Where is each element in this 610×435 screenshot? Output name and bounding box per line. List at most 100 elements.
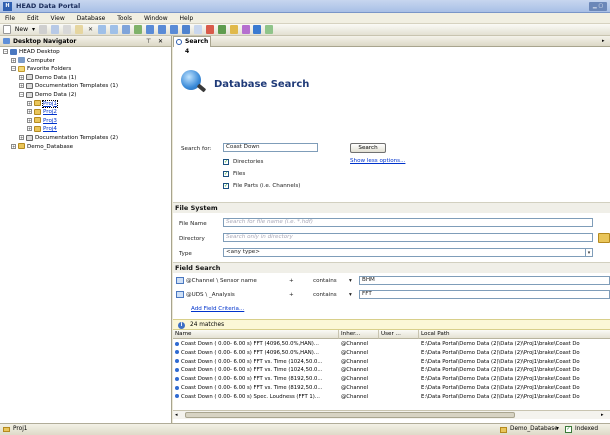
pin-icon[interactable]: ⊤: [146, 37, 151, 46]
tree-item[interactable]: + Documentation Templates (2): [19, 134, 118, 142]
window-controls[interactable]: ▁ ▢: [589, 2, 607, 11]
collapse-icon[interactable]: −: [19, 92, 24, 97]
import-icon[interactable]: [265, 25, 274, 34]
redo-icon[interactable]: [110, 25, 119, 34]
delete-icon[interactable]: ✕: [87, 25, 95, 34]
file-name-input[interactable]: Search for file name (i.e. *.hdf): [223, 218, 593, 227]
expand-icon[interactable]: +: [27, 109, 32, 115]
column-header-inherited[interactable]: Inher...: [339, 330, 379, 339]
tree-item[interactable]: − HEAD Desktop: [3, 48, 60, 56]
cut-icon[interactable]: [50, 25, 59, 34]
status-folder-icon: [3, 427, 10, 432]
expand-icon[interactable]: +: [11, 57, 16, 63]
chart2-icon[interactable]: [158, 25, 167, 34]
field-row-1-operator[interactable]: contains: [313, 278, 337, 284]
tree-item[interactable]: + Documentation Templates (1): [19, 82, 118, 90]
tree-item[interactable]: + Demo_Database: [11, 143, 73, 151]
tree-item[interactable]: + Proj3: [27, 117, 57, 125]
table-row[interactable]: Coast Down ( 0.00- 6.00 s) Spec. Loudnes…: [173, 393, 610, 401]
tree-item[interactable]: + Proj1: [27, 99, 58, 108]
expand-icon[interactable]: +: [27, 100, 32, 106]
close-pane-icon[interactable]: ✕: [158, 37, 163, 46]
expand-icon[interactable]: +: [27, 126, 32, 132]
tree-icon[interactable]: [217, 25, 226, 34]
scroll-thumb[interactable]: [185, 412, 515, 418]
play-icon[interactable]: [134, 25, 143, 34]
tab-search-4[interactable]: Search 4: [173, 36, 211, 55]
undo-icon[interactable]: [98, 25, 107, 34]
menu-help[interactable]: Help: [175, 13, 199, 22]
directories-checkbox[interactable]: ✓: [223, 159, 229, 165]
menu-window[interactable]: Window: [139, 13, 173, 22]
field-row-2-field[interactable]: @UDS \ _Analysis: [186, 292, 235, 298]
expand-icon[interactable]: +: [19, 74, 24, 80]
directory-input[interactable]: Search only in directory: [223, 233, 593, 242]
export-icon[interactable]: [253, 25, 262, 34]
copy-icon[interactable]: [62, 25, 71, 34]
window-icon[interactable]: [122, 25, 131, 34]
chart-icon[interactable]: [146, 25, 155, 34]
tree-item[interactable]: + Proj2: [27, 108, 57, 116]
tree-item[interactable]: − Favorite Folders: [11, 65, 71, 73]
field-row-1-plus[interactable]: +: [289, 278, 294, 284]
file-parts-checkbox[interactable]: ✓: [223, 183, 229, 189]
cell-name-text: Coast Down ( 0.00- 6.00 s) FFT vs. Time …: [181, 358, 323, 365]
field-row-2-plus[interactable]: +: [289, 292, 294, 298]
new-button[interactable]: New: [15, 25, 28, 34]
results-horizontal-scrollbar[interactable]: ◂ ▸: [173, 410, 610, 419]
status-database-label[interactable]: Demo_Database: [510, 426, 558, 432]
search-input[interactable]: Coast Down: [223, 143, 318, 152]
folder-tool-icon[interactable]: [229, 25, 238, 34]
new-dropdown-icon[interactable]: ▾: [32, 25, 35, 34]
scroll-left-icon[interactable]: ◂: [175, 412, 178, 418]
tool-icon[interactable]: [205, 25, 214, 34]
expand-icon[interactable]: +: [19, 135, 24, 140]
table-row[interactable]: Coast Down ( 0.00- 6.00 s) FFT (4096,50.…: [173, 340, 610, 348]
menu-view[interactable]: View: [46, 13, 70, 22]
print-icon[interactable]: [38, 25, 47, 34]
column-header-name[interactable]: Name: [173, 330, 339, 339]
table-row[interactable]: Coast Down ( 0.00- 6.00 s) FFT vs. Time …: [173, 375, 610, 383]
expand-icon[interactable]: +: [27, 117, 32, 123]
chart3-icon[interactable]: [170, 25, 179, 34]
tree-item[interactable]: + Proj4: [27, 125, 57, 133]
table-row[interactable]: Coast Down ( 0.00- 6.00 s) FFT vs. Time …: [173, 384, 610, 392]
type-dropdown-icon[interactable]: ▾: [585, 248, 593, 257]
menu-file[interactable]: File: [0, 13, 20, 22]
field-row-1-value[interactable]: BHM: [359, 276, 610, 285]
analysis-icon[interactable]: [181, 25, 190, 34]
menu-tools[interactable]: Tools: [112, 13, 137, 22]
browse-folder-icon[interactable]: [598, 233, 610, 243]
tree-item[interactable]: − Demo Data (2): [19, 91, 76, 99]
field-row-1-field[interactable]: @Channel \ Sensor name: [186, 278, 257, 284]
menu-database[interactable]: Database: [72, 13, 111, 22]
field-row-2-operator[interactable]: contains: [313, 292, 337, 298]
expand-icon[interactable]: +: [19, 83, 24, 89]
tab-scroll-icon[interactable]: ▸: [602, 38, 605, 44]
column-header-local-path[interactable]: Local Path: [419, 330, 610, 339]
field-row-2-value[interactable]: FFT: [359, 290, 610, 299]
search-button[interactable]: Search: [350, 143, 386, 153]
new-doc-icon[interactable]: [3, 25, 11, 34]
column-header-user[interactable]: User ...: [379, 330, 419, 339]
files-checkbox[interactable]: ✓: [223, 171, 229, 177]
collapse-icon[interactable]: −: [11, 66, 16, 72]
menu-edit[interactable]: Edit: [22, 13, 44, 22]
table-row[interactable]: Coast Down ( 0.00- 6.00 s) FFT vs. Time …: [173, 358, 610, 366]
status-database-dropdown[interactable]: ▾: [556, 426, 559, 432]
type-select[interactable]: <any type>: [223, 248, 593, 257]
table-row[interactable]: Coast Down ( 0.00- 6.00 s) FFT vs. Time …: [173, 366, 610, 374]
tree-item[interactable]: + Computer: [11, 57, 55, 65]
scroll-right-icon[interactable]: ▸: [601, 412, 604, 418]
collapse-icon[interactable]: −: [3, 49, 8, 54]
table-row[interactable]: Coast Down ( 0.00- 6.00 s) FFT (4096,50.…: [173, 349, 610, 357]
paste-icon[interactable]: [74, 25, 83, 34]
magic-icon[interactable]: [241, 25, 250, 34]
expand-icon[interactable]: +: [11, 143, 16, 149]
tree-item[interactable]: + Demo Data (1): [19, 74, 76, 82]
field-row-1-op-dropdown[interactable]: ▾: [349, 278, 352, 284]
graph-icon[interactable]: [193, 25, 202, 34]
show-less-options-link[interactable]: Show less options...: [350, 158, 405, 164]
add-field-criteria-link[interactable]: Add Field Criteria...: [191, 306, 244, 312]
field-row-2-op-dropdown[interactable]: ▾: [349, 292, 352, 298]
